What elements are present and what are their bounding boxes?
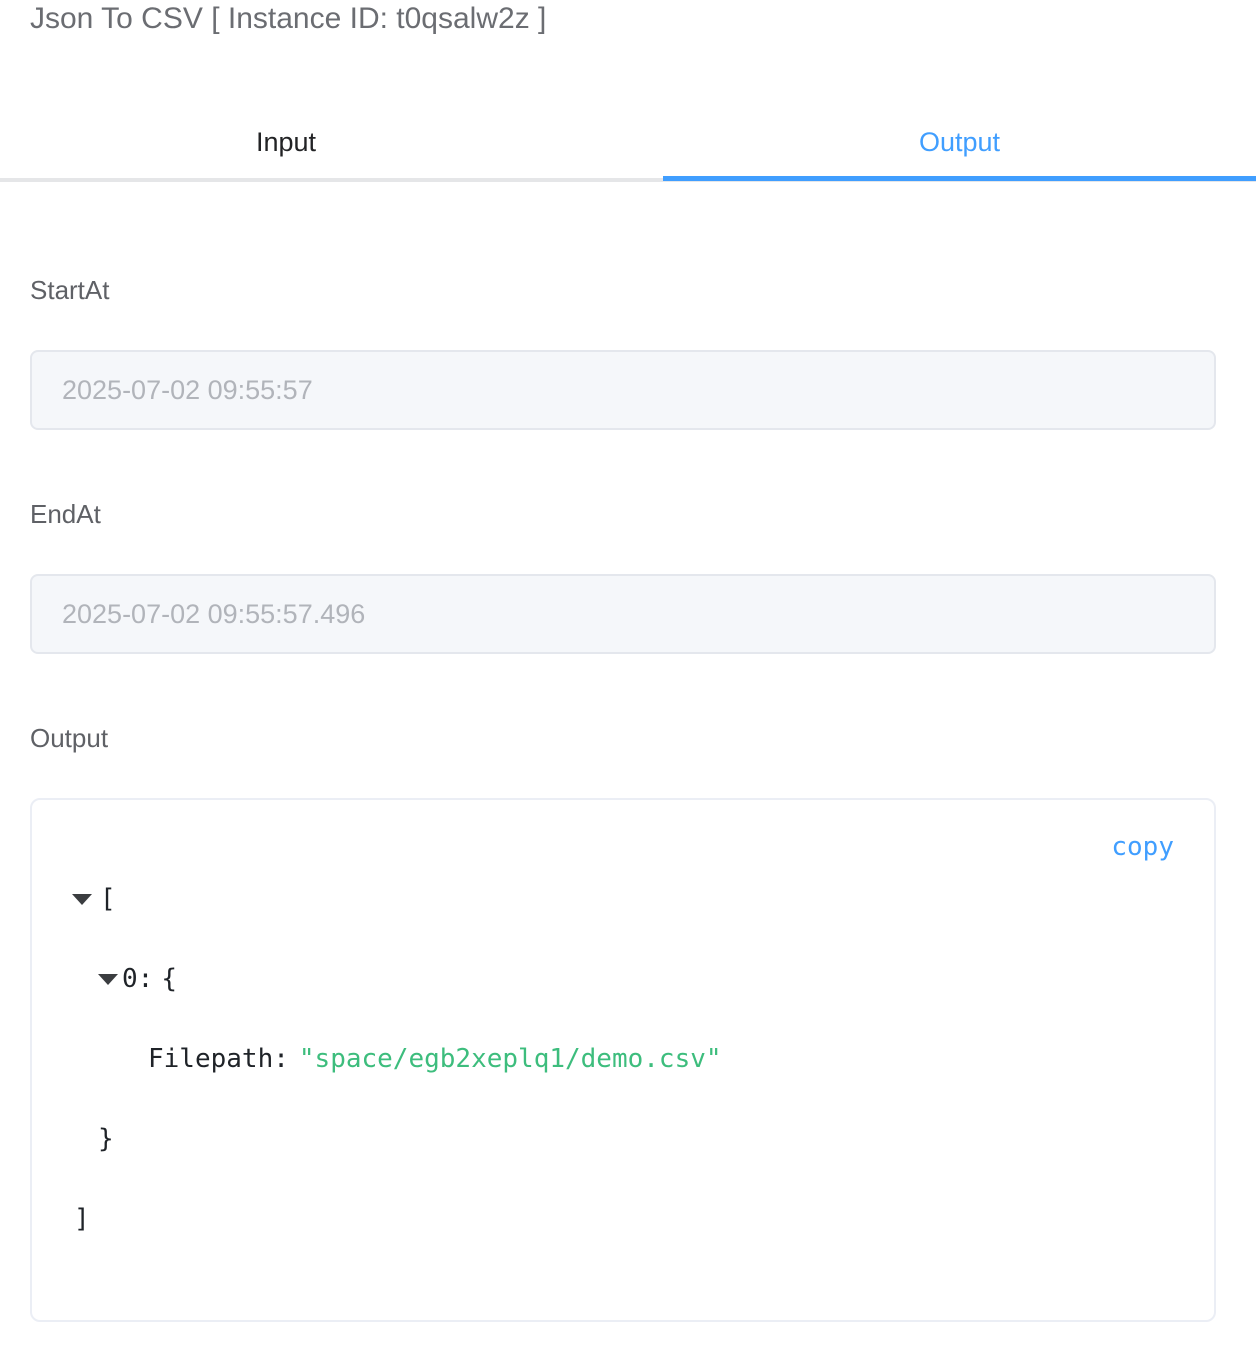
json-root-line: [ bbox=[72, 884, 116, 914]
start-at-field[interactable] bbox=[30, 350, 1216, 430]
json-entry-line: Filepath: "space/egb2xeplq1/demo.csv" bbox=[148, 1044, 722, 1074]
json-open-bracket: [ bbox=[100, 884, 116, 914]
json-entry-key: Filepath: bbox=[148, 1044, 289, 1074]
json-output-viewer: copy [ 0: { Filepath: "space/egb2xeplq1/… bbox=[30, 798, 1216, 1322]
json-item-close-brace: } bbox=[98, 1124, 114, 1154]
json-item-line: 0: { bbox=[98, 964, 177, 994]
end-at-label: EndAt bbox=[30, 499, 101, 529]
end-at-field[interactable] bbox=[30, 574, 1216, 654]
json-item-index: 0: bbox=[122, 964, 154, 994]
tab-bar: Input Output bbox=[0, 112, 1256, 182]
json-item-open-brace: { bbox=[161, 964, 177, 994]
tab-output[interactable]: Output bbox=[663, 112, 1256, 178]
json-close-bracket: ] bbox=[74, 1204, 90, 1234]
copy-button[interactable]: copy bbox=[1111, 832, 1174, 862]
active-tab-indicator bbox=[663, 176, 1256, 181]
dialog-title: Json To CSV [ Instance ID: t0qsalw2z ] bbox=[30, 2, 547, 35]
start-at-label: StartAt bbox=[30, 275, 110, 305]
tab-input[interactable]: Input bbox=[0, 112, 572, 178]
output-label: Output bbox=[30, 723, 109, 753]
collapse-caret-icon[interactable] bbox=[98, 973, 118, 985]
json-entry-value: "space/egb2xeplq1/demo.csv" bbox=[298, 1044, 722, 1074]
collapse-caret-icon[interactable] bbox=[72, 893, 92, 905]
json-to-csv-dialog: Json To CSV [ Instance ID: t0qsalw2z ] I… bbox=[0, 0, 1256, 1362]
